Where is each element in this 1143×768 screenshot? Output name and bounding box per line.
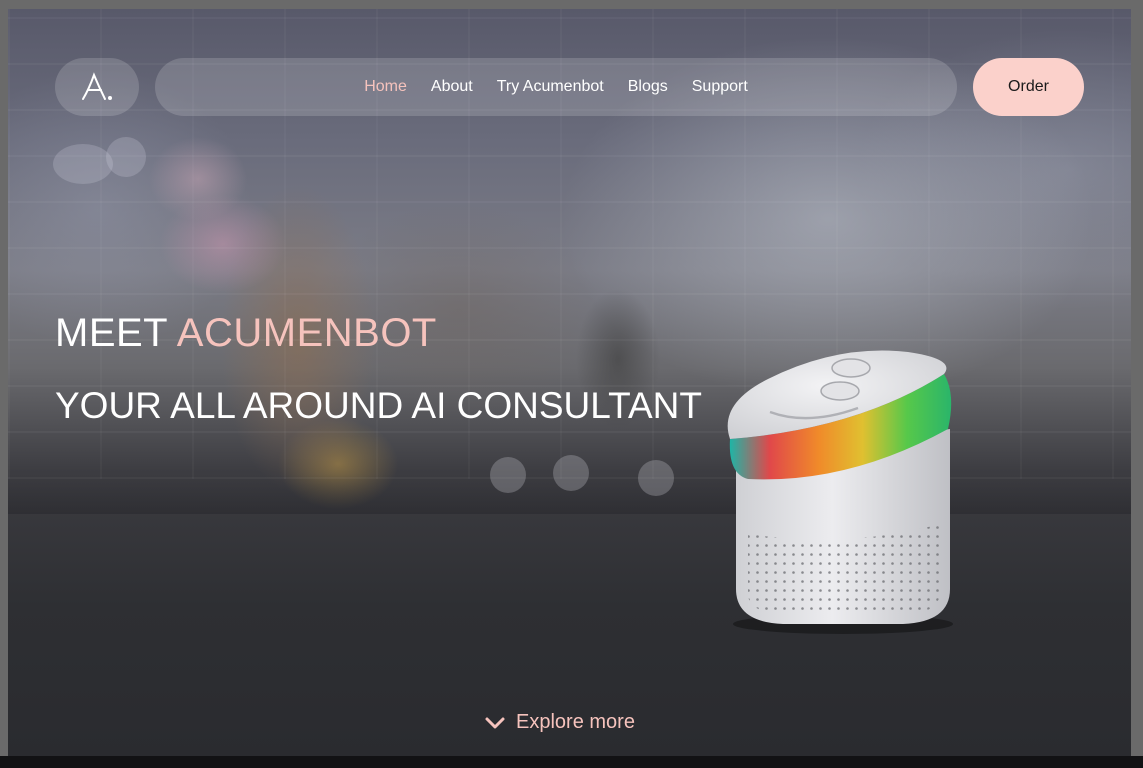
hero-subheadline: YOUR ALL AROUND AI CONSULTANT [55, 385, 702, 426]
explore-more-link[interactable]: Explore more [484, 711, 635, 734]
bokeh-light [553, 455, 589, 491]
order-button[interactable]: Order [973, 58, 1084, 116]
nav-link-about[interactable]: About [431, 78, 473, 96]
bokeh-light [638, 460, 674, 496]
hero-section: MEET ACUMENBOT YOUR ALL AROUND AI CONSUL… [8, 9, 1131, 756]
bottom-strip [0, 756, 1143, 768]
nav-link-try-acumenbot[interactable]: Try Acumenbot [497, 78, 604, 96]
acumenbot-device-image [727, 350, 953, 634]
hero-headline-accent: ACUMENBOT [176, 311, 437, 355]
bokeh-light [106, 137, 146, 177]
bokeh-light [490, 457, 526, 493]
nav-link-support[interactable]: Support [692, 78, 748, 96]
nav-link-home[interactable]: Home [364, 78, 407, 96]
main-nav: Home About Try Acumenbot Blogs Support [155, 58, 957, 116]
explore-more-label: Explore more [516, 711, 635, 733]
chevron-down-icon [485, 717, 505, 728]
nav-link-blogs[interactable]: Blogs [628, 78, 668, 96]
bokeh-light [53, 144, 113, 184]
hero-headline-prefix: MEET [55, 311, 177, 355]
logo-button[interactable] [55, 58, 139, 116]
brand-logo [82, 72, 112, 100]
hero-headline: MEET ACUMENBOT [55, 311, 437, 356]
